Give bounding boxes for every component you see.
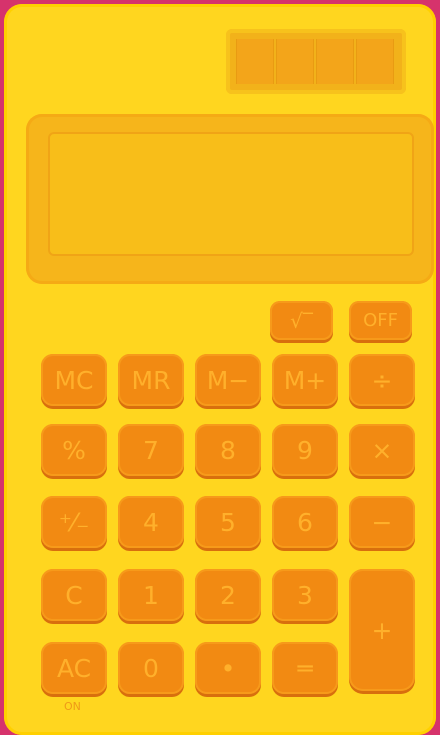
- memory-minus-button[interactable]: M−: [195, 354, 261, 406]
- digit-6-button[interactable]: 6: [272, 496, 338, 548]
- memory-recall-button[interactable]: MR: [118, 354, 184, 406]
- all-clear-button[interactable]: AC: [41, 642, 107, 694]
- digit-8-button[interactable]: 8: [195, 424, 261, 476]
- display-screen: [48, 132, 414, 256]
- calculator-body: √‾ OFF MC MR M− M+ ÷ % 7 8 9 × ⁺⁄₋ 4 5 6…: [4, 4, 436, 735]
- digit-2-button[interactable]: 2: [195, 569, 261, 621]
- digit-4-button[interactable]: 4: [118, 496, 184, 548]
- memory-plus-button[interactable]: M+: [272, 354, 338, 406]
- solar-cell: [356, 39, 394, 84]
- digit-7-button[interactable]: 7: [118, 424, 184, 476]
- decimal-point-button[interactable]: •: [195, 642, 261, 694]
- digit-0-button[interactable]: 0: [118, 642, 184, 694]
- solar-cell: [316, 39, 354, 84]
- sqrt-button[interactable]: √‾: [270, 301, 333, 340]
- plus-minus-button[interactable]: ⁺⁄₋: [41, 496, 107, 548]
- equals-button[interactable]: ═: [272, 642, 338, 694]
- digit-3-button[interactable]: 3: [272, 569, 338, 621]
- digit-5-button[interactable]: 5: [195, 496, 261, 548]
- solar-panel: [226, 29, 406, 94]
- solar-cell: [276, 39, 314, 84]
- off-button[interactable]: OFF: [349, 301, 412, 340]
- digit-1-button[interactable]: 1: [118, 569, 184, 621]
- percent-button[interactable]: %: [41, 424, 107, 476]
- clear-button[interactable]: C: [41, 569, 107, 621]
- multiply-button[interactable]: ×: [349, 424, 415, 476]
- plus-button[interactable]: +: [349, 569, 415, 691]
- minus-button[interactable]: −: [349, 496, 415, 548]
- digit-9-button[interactable]: 9: [272, 424, 338, 476]
- divide-button[interactable]: ÷: [349, 354, 415, 406]
- memory-clear-button[interactable]: MC: [41, 354, 107, 406]
- solar-cell: [236, 39, 274, 84]
- on-label: ON: [64, 700, 81, 713]
